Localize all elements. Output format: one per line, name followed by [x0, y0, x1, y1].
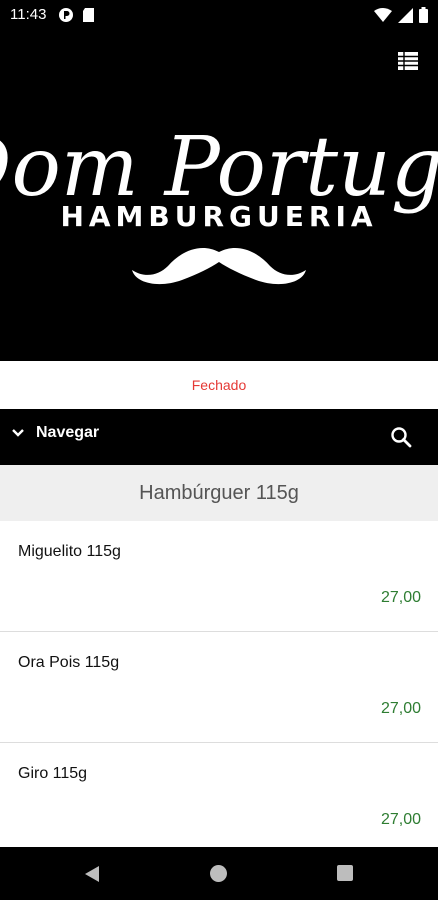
category-header: Hambúrguer 115g — [0, 465, 438, 521]
status-left-icons — [58, 7, 95, 23]
browse-label: Navegar — [36, 424, 100, 441]
mustache-logo — [132, 247, 306, 285]
system-navigation-bar — [0, 847, 438, 900]
product-item[interactable]: Giro 115g 27,00 — [0, 743, 438, 847]
product-name: Ora Pois 115g — [18, 654, 120, 671]
signal-icon — [398, 7, 413, 23]
status-bar: 11:43 — [0, 0, 438, 30]
status-time: 11:43 — [10, 6, 47, 23]
product-name: Giro 115g — [18, 765, 88, 782]
chevron-down-icon — [12, 429, 24, 437]
brand-header: Dom Portuga HAMBURGUERIA — [0, 30, 438, 361]
product-price: 27,00 — [380, 589, 421, 606]
product-name: Miguelito 115g — [18, 543, 121, 560]
app-notification-icon — [59, 8, 73, 22]
logo-subtitle: HAMBURGUERIA — [60, 200, 378, 233]
category-title: Hambúrguer 115g — [139, 481, 299, 504]
search-icon[interactable] — [390, 426, 412, 448]
battery-icon — [419, 7, 428, 23]
grid-menu-icon[interactable] — [398, 52, 418, 70]
wifi-icon — [374, 7, 392, 22]
product-price: 27,00 — [380, 700, 421, 717]
status-right-icons — [374, 7, 428, 23]
browse-toggle[interactable]: Navegar — [10, 424, 99, 442]
product-price: 27,00 — [380, 811, 421, 828]
sd-card-icon — [83, 8, 94, 22]
store-status-label: Fechado — [191, 377, 247, 393]
home-icon[interactable] — [210, 865, 227, 882]
recents-icon[interactable] — [337, 865, 353, 881]
product-item[interactable]: Ora Pois 115g 27,00 — [0, 632, 438, 743]
store-status-bar: Fechado — [0, 361, 438, 409]
back-icon[interactable] — [84, 865, 100, 883]
product-list: Miguelito 115g 27,00 Ora Pois 115g 27,00… — [0, 521, 438, 847]
navigation-bar: Navegar — [0, 409, 438, 465]
product-item[interactable]: Miguelito 115g 27,00 — [0, 521, 438, 632]
